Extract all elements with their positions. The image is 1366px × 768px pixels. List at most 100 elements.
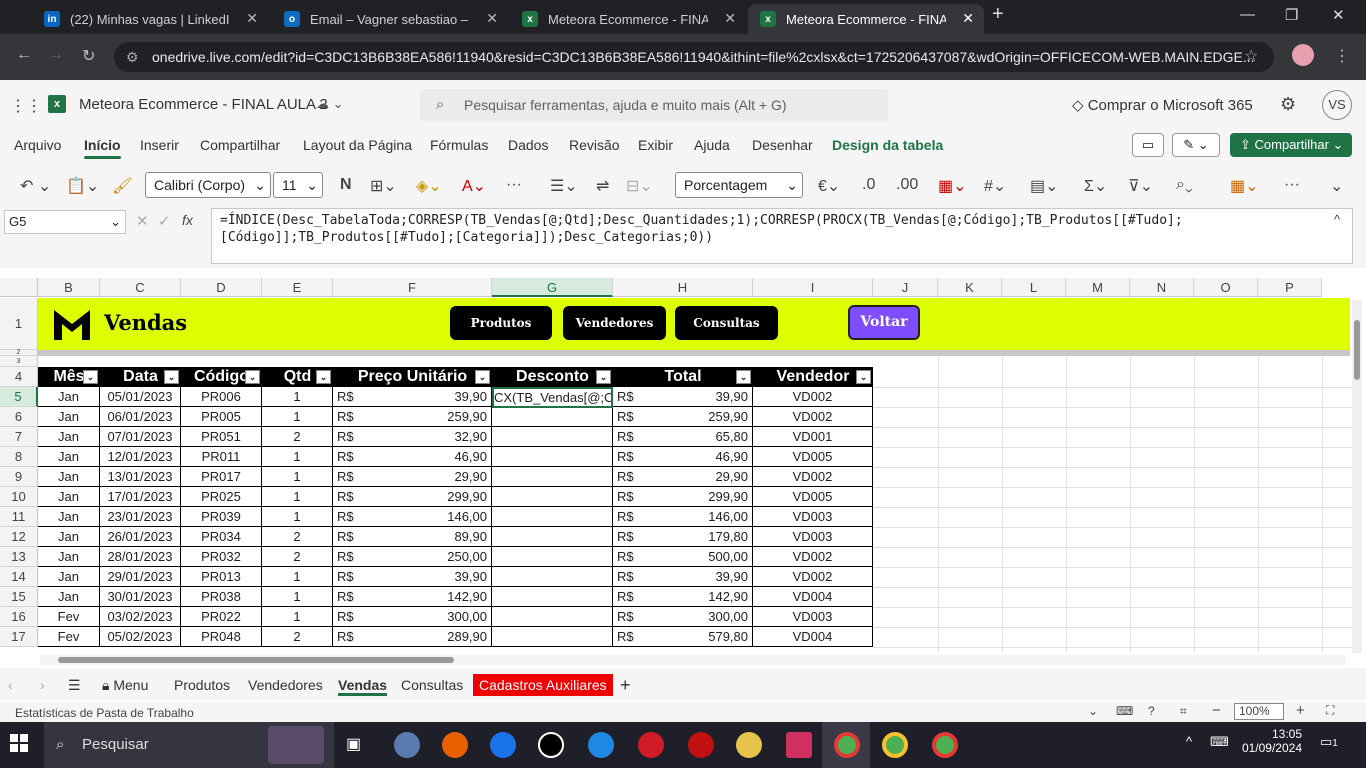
tab-dados[interactable]: Dados (508, 137, 548, 153)
cell-Preço Unitário[interactable]: R$ 32,90 (333, 427, 492, 447)
sort-filter-icon[interactable]: ⊽⌄ (1128, 176, 1153, 196)
cancel-icon[interactable]: ✕ (136, 212, 149, 230)
site-info-icon[interactable]: ⚙ (126, 42, 139, 72)
forward-arrow-icon[interactable]: → (48, 46, 64, 64)
row-header-14[interactable]: 14 (0, 567, 38, 587)
wrap-text-icon[interactable]: ⇌ (596, 176, 609, 196)
cell-Qtd[interactable]: 1 (262, 507, 333, 527)
cell-Qtd[interactable]: 1 (262, 407, 333, 427)
bold-icon[interactable]: N (340, 176, 352, 194)
browser-menu-icon[interactable]: ⋮ (1334, 46, 1350, 66)
currency-icon[interactable]: €⌄ (818, 176, 840, 196)
tab-design-tabela[interactable]: Design da tabela (832, 137, 943, 153)
bookmark-star-icon[interactable]: ☆ (1244, 46, 1258, 66)
cell-Qtd[interactable]: 2 (262, 547, 333, 567)
cell-Mês[interactable]: Jan (38, 547, 100, 567)
cell-Vendedor[interactable]: VD001 (753, 427, 873, 447)
cell-Desconto[interactable] (492, 427, 613, 447)
cell-Qtd[interactable]: 1 (262, 447, 333, 467)
cell-Vendedor[interactable]: VD004 (753, 587, 873, 607)
cell-Código[interactable]: PR013 (181, 567, 262, 587)
zoom-select[interactable]: 100% ⌄ (1234, 703, 1284, 733)
zoom-out-button[interactable]: − (1212, 702, 1221, 719)
tab-ajuda[interactable]: Ajuda (694, 137, 730, 153)
cell-Total[interactable]: R$ 299,90 (613, 487, 753, 507)
cell-Vendedor[interactable]: VD002 (753, 547, 873, 567)
cell-Qtd[interactable]: 1 (262, 487, 333, 507)
cell-Código[interactable]: PR017 (181, 467, 262, 487)
cell-Total[interactable]: R$ 300,00 (613, 607, 753, 627)
cell-Data[interactable]: 13/01/2023 (100, 467, 181, 487)
decrease-decimal-icon[interactable]: .00 (896, 176, 918, 194)
cell-Qtd[interactable]: 1 (262, 387, 333, 407)
produtos-button[interactable]: Produtos (450, 306, 552, 340)
firefox-icon[interactable] (442, 732, 468, 758)
cell-Código[interactable]: PR034 (181, 527, 262, 547)
buy-microsoft-365[interactable]: ◇ Comprar o Microsoft 365 (1072, 96, 1253, 114)
cell-Código[interactable]: PR051 (181, 427, 262, 447)
h-scroll-thumb[interactable] (58, 657, 454, 663)
clock[interactable]: 13:05 01/09/2024 (1240, 727, 1302, 755)
workbook-stats[interactable]: Estatísticas de Pasta de Trabalho (15, 706, 194, 720)
cell-Mês[interactable]: Jan (38, 527, 100, 547)
sheet-list-icon[interactable]: ☰ (68, 674, 81, 696)
restore-button[interactable]: ❐ (1285, 6, 1298, 24)
cell-Vendedor[interactable]: VD003 (753, 607, 873, 627)
voltar-button[interactable]: Voltar (848, 305, 920, 340)
cell-Preço Unitário[interactable]: R$ 299,90 (333, 487, 492, 507)
cell-Desconto[interactable] (492, 507, 613, 527)
tab-desenhar[interactable]: Desenhar (752, 137, 813, 153)
filter-dropdown-icon[interactable]: ⌄ (316, 370, 331, 384)
cell-Código[interactable]: PR039 (181, 507, 262, 527)
cell-Vendedor[interactable]: VD002 (753, 467, 873, 487)
browser-tab-excel-1[interactable]: x Meteora Ecommerce - FINAL AU ✕ (510, 4, 746, 34)
column-header-O[interactable]: O (1194, 278, 1258, 297)
cell-Data[interactable]: 17/01/2023 (100, 487, 181, 507)
cell-Total[interactable]: R$ 46,90 (613, 447, 753, 467)
tab-revisao[interactable]: Revisão (569, 137, 620, 153)
cell-Data[interactable]: 06/01/2023 (100, 407, 181, 427)
fullscreen-icon[interactable]: ⛶ (1326, 703, 1334, 718)
settings-gear-icon[interactable]: ⚙ (1280, 94, 1296, 115)
cell-Desconto[interactable] (492, 547, 613, 567)
cell-Desconto[interactable] (492, 627, 613, 647)
cell-Mês[interactable]: Jan (38, 387, 100, 407)
row-header-3[interactable]: 3 (0, 356, 38, 367)
cell-Desconto[interactable] (492, 487, 613, 507)
back-arrow-icon[interactable]: ← (16, 46, 32, 64)
chevron-down-icon[interactable]: ⌄ (1088, 704, 1098, 718)
taskbar-search[interactable]: ⌕ Pesquisar (44, 722, 334, 768)
cell-Qtd[interactable]: 1 (262, 587, 333, 607)
chrome-icon[interactable] (882, 732, 908, 758)
row-header-10[interactable]: 10 (0, 487, 38, 507)
cell-Vendedor[interactable]: VD005 (753, 487, 873, 507)
url-bar[interactable]: ⚙ onedrive.live.com/edit?id=C3DC13B6B38E… (114, 42, 1274, 72)
prev-sheet-icon[interactable]: ‹ (8, 674, 13, 696)
column-header-L[interactable]: L (1002, 278, 1066, 297)
cell-Total[interactable]: R$ 65,80 (613, 427, 753, 447)
cell-Código[interactable]: PR025 (181, 487, 262, 507)
keyboard-tray-icon[interactable]: ⌨ (1210, 734, 1229, 750)
help-icon[interactable]: ? (1148, 704, 1155, 718)
tab-arquivo[interactable]: Arquivo (14, 137, 61, 153)
more-icon[interactable]: ··· (506, 176, 522, 194)
zoom-in-button[interactable]: + (1296, 702, 1305, 719)
row-header-7[interactable]: 7 (0, 427, 38, 447)
row-header-1[interactable]: 1 (0, 298, 38, 350)
browser-tab-linkedin[interactable]: in (22) Minhas vagas | LinkedIn ✕ (32, 4, 268, 34)
number-format-select[interactable]: Porcentagem ⌄ (675, 172, 803, 198)
cell-Preço Unitário[interactable]: R$ 39,90 (333, 387, 492, 407)
font-name-select[interactable]: Calibri (Corpo) ⌄ (145, 172, 271, 198)
cell-Desconto[interactable] (492, 407, 613, 427)
cell-Data[interactable]: 03/02/2023 (100, 607, 181, 627)
cell-Preço Unitário[interactable]: R$ 46,90 (333, 447, 492, 467)
profile-avatar[interactable] (1292, 44, 1314, 66)
row-header-11[interactable]: 11 (0, 507, 38, 527)
close-icon[interactable]: ✕ (246, 10, 258, 27)
minimize-button[interactable]: — (1240, 6, 1255, 23)
cell-Mês[interactable]: Jan (38, 507, 100, 527)
row-header-8[interactable]: 8 (0, 447, 38, 467)
cell-Data[interactable]: 05/01/2023 (100, 387, 181, 407)
cell-Data[interactable]: 23/01/2023 (100, 507, 181, 527)
browser-tab-outlook[interactable]: o Email – Vagner sebastiao – Outl ✕ (272, 4, 508, 34)
